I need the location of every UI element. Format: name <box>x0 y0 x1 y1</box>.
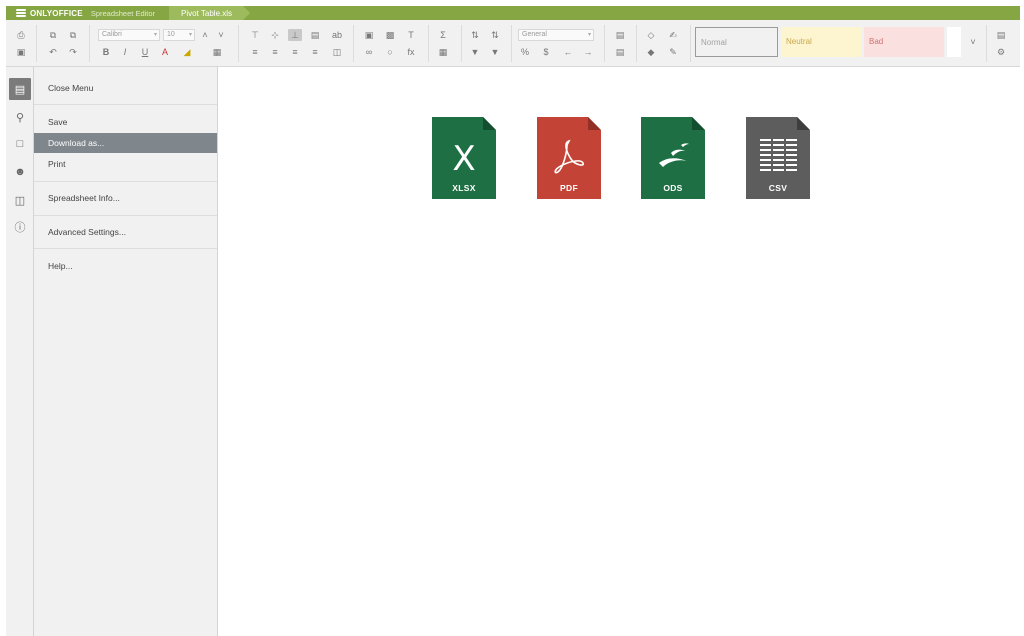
file-icon[interactable]: ▤ <box>9 78 31 100</box>
brand-name: ONLYOFFICE <box>30 8 83 18</box>
currency-icon[interactable]: $ <box>539 46 553 58</box>
sort-descending-icon[interactable]: ⇅ <box>488 29 502 41</box>
align-bottom-icon[interactable]: ⊥ <box>288 29 302 41</box>
italic-icon[interactable]: I <box>118 46 132 58</box>
clear-icon[interactable]: ◇ <box>644 29 658 41</box>
align-middle-icon[interactable]: ⊹ <box>268 29 282 41</box>
style-normal-label: Normal <box>701 38 727 47</box>
menu-download-as[interactable]: Download as... <box>34 133 217 153</box>
plugins-icon[interactable]: ◫ <box>9 189 31 211</box>
chevron-down-icon: ▾ <box>153 32 157 38</box>
copy-icon[interactable]: ⧉ <box>46 29 60 41</box>
bold-icon[interactable]: B <box>99 46 113 58</box>
borders-icon[interactable]: ▦ <box>210 46 224 58</box>
menu-advanced-settings[interactable]: Advanced Settings... <box>34 222 217 242</box>
chevron-down-icon: ▾ <box>188 32 192 38</box>
toolbar: ⎙ ▣ ⧉ ⧉ ↶ ↷ Calibri ▾ 10 ▾ ˄ ˅ B I U A ◢… <box>6 20 1020 67</box>
font-color-icon[interactable]: A <box>158 46 172 58</box>
insert-cells-icon[interactable]: ▤ <box>613 29 627 41</box>
insert-image-icon[interactable]: ▣ <box>362 29 376 41</box>
title-bar: ONLYOFFICE Spreadsheet Editor Pivot Tabl… <box>6 6 1020 20</box>
decrease-decimal-icon[interactable]: ← <box>561 46 575 58</box>
insert-chart-icon[interactable]: ▩ <box>383 29 397 41</box>
style-bad-label: Bad <box>869 37 884 46</box>
info-icon[interactable]: ⓘ <box>9 216 31 238</box>
autosum-icon[interactable]: Σ <box>436 29 450 41</box>
table-template-icon[interactable]: ▦ <box>436 46 450 58</box>
align-right-icon[interactable]: ≡ <box>288 46 302 58</box>
insert-textbox-icon[interactable]: T <box>404 29 418 41</box>
save-icon[interactable]: ▣ <box>14 46 28 58</box>
format-label: CSV <box>768 183 788 193</box>
orientation-icon[interactable]: ab <box>330 29 344 41</box>
format-label: XLSX <box>452 183 476 193</box>
edit-icon[interactable]: ✎ <box>666 46 680 58</box>
menu-save[interactable]: Save <box>34 112 217 132</box>
menu-close[interactable]: Close Menu <box>34 78 217 98</box>
merge-cells-icon[interactable]: ◫ <box>330 46 344 58</box>
font-size-combo[interactable]: 10 ▾ <box>163 29 195 41</box>
excel-x-icon: X <box>452 139 476 179</box>
gear-icon[interactable]: ⚙ <box>994 46 1008 58</box>
user-icon[interactable]: ☻ <box>9 161 31 183</box>
document-tab[interactable]: Pivot Table.xls <box>169 6 250 20</box>
style-empty[interactable] <box>947 27 961 57</box>
redo-icon[interactable]: ↷ <box>66 46 80 58</box>
number-format-value: General <box>522 31 547 38</box>
paste-icon[interactable]: ⧉ <box>66 29 80 41</box>
fill-color-icon[interactable]: ◢ <box>180 46 194 58</box>
style-neutral-label: Neutral <box>786 37 812 46</box>
font-name-value: Calibri <box>102 31 122 38</box>
style-neutral[interactable]: Neutral <box>781 27 861 57</box>
download-xlsx[interactable]: X XLSX <box>432 117 496 199</box>
wrap-text-icon[interactable]: ▤ <box>308 29 322 41</box>
acrobat-icon <box>537 137 601 180</box>
search-icon[interactable]: ⚲ <box>9 106 31 128</box>
view-settings-icon[interactable]: ▤ <box>994 29 1008 41</box>
percent-icon[interactable]: % <box>518 46 532 58</box>
app-logo: ONLYOFFICE Spreadsheet Editor <box>6 6 161 20</box>
left-sidebar: ▤ ⚲ □ ☻ ◫ ⓘ <box>6 67 34 636</box>
decrease-font-icon[interactable]: ˅ <box>214 29 228 41</box>
print-icon[interactable]: ⎙ <box>14 29 28 41</box>
justify-icon[interactable]: ≡ <box>308 46 322 58</box>
increase-font-icon[interactable]: ˄ <box>198 29 212 41</box>
increase-decimal-icon[interactable]: → <box>581 46 595 58</box>
menu-print[interactable]: Print <box>34 154 217 174</box>
openoffice-birds-icon <box>641 137 705 176</box>
clear-filter-icon[interactable]: ▼ <box>488 46 502 58</box>
sort-ascending-icon[interactable]: ⇅ <box>468 29 482 41</box>
align-left-icon[interactable]: ≡ <box>248 46 262 58</box>
menu-spreadsheet-info[interactable]: Spreadsheet Info... <box>34 188 217 208</box>
filter-icon[interactable]: ▼ <box>468 46 482 58</box>
delete-cells-icon[interactable]: ▤ <box>613 46 627 58</box>
style-normal[interactable]: Normal <box>695 27 778 57</box>
insert-function-icon[interactable]: fx <box>404 46 418 58</box>
format-label: ODS <box>663 183 683 193</box>
named-ranges-icon[interactable]: ◆ <box>644 46 658 58</box>
style-bad[interactable]: Bad <box>864 27 944 57</box>
download-pdf[interactable]: PDF <box>537 117 601 199</box>
format-label: PDF <box>560 183 578 193</box>
undo-icon[interactable]: ↶ <box>46 46 60 58</box>
table-grid-icon <box>746 137 810 184</box>
onlyoffice-logo-icon <box>16 9 26 17</box>
styles-more-icon[interactable]: ˅ <box>966 36 980 48</box>
file-menu-panel: Close Menu Save Download as... Print Spr… <box>34 67 218 636</box>
font-size-value: 10 <box>167 31 175 38</box>
font-name-combo[interactable]: Calibri ▾ <box>98 29 160 41</box>
copy-style-icon[interactable]: ✍ <box>666 29 680 41</box>
chevron-down-icon: ▾ <box>587 32 591 38</box>
insert-shape-icon[interactable]: ○ <box>383 46 397 58</box>
comments-icon[interactable]: □ <box>9 133 31 155</box>
number-format-combo[interactable]: General ▾ <box>518 29 594 41</box>
underline-icon[interactable]: U <box>138 46 152 58</box>
insert-link-icon[interactable]: ∞ <box>362 46 376 58</box>
download-ods[interactable]: ODS <box>641 117 705 199</box>
align-top-icon[interactable]: ⊤ <box>248 29 262 41</box>
product-name: Spreadsheet Editor <box>90 8 156 18</box>
align-center-icon[interactable]: ≡ <box>268 46 282 58</box>
menu-help[interactable]: Help... <box>34 256 217 276</box>
download-csv[interactable]: CSV <box>746 117 810 199</box>
